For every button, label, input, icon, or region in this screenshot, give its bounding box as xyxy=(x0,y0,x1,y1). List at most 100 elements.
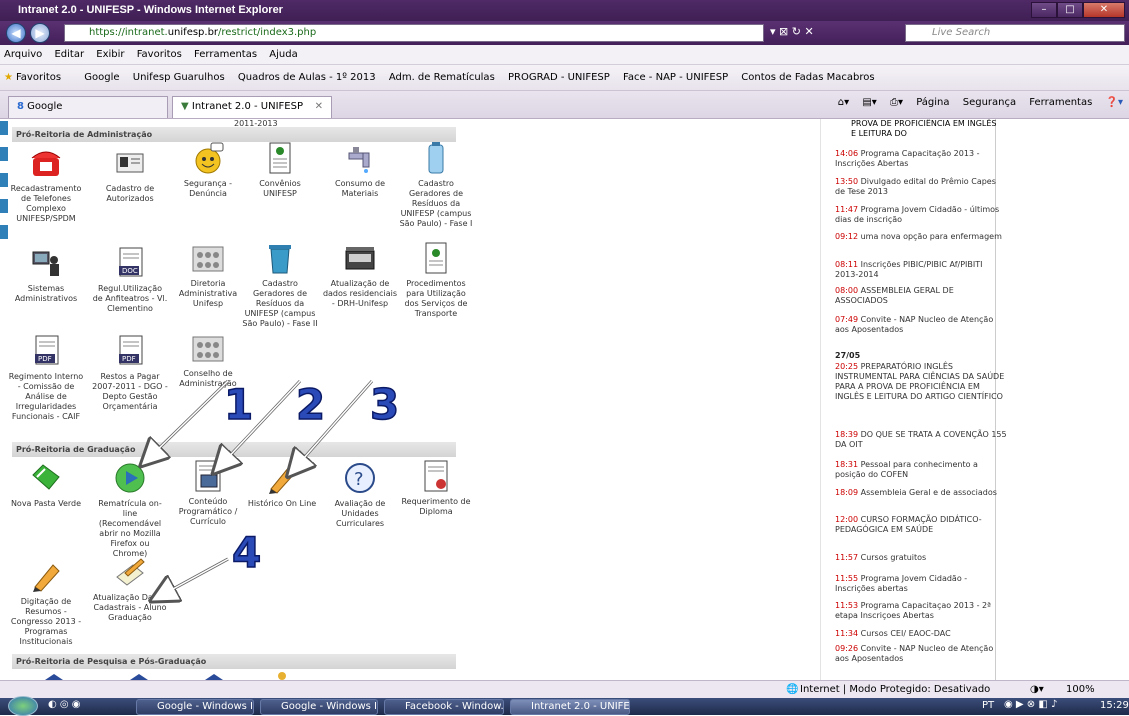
minimize-button[interactable]: – xyxy=(1031,2,1057,18)
back-button[interactable]: ◀ xyxy=(6,23,26,43)
security-zone[interactable]: Internet | Modo Protegido: Desativado xyxy=(800,681,990,699)
news-item[interactable]: 18:09 Assembleia Geral e de associados xyxy=(835,488,1007,498)
news-time: 11:57 xyxy=(835,553,859,562)
search-input[interactable]: Live Search xyxy=(905,24,1125,42)
news-item[interactable]: 12:00 CURSO FORMAÇÃO DIDÁTICO-PEDAGÓGICA… xyxy=(835,515,1007,535)
window-controls: – □ ✕ xyxy=(1031,2,1125,18)
service-requerimento-diploma[interactable]: Requerimento de Diploma xyxy=(398,459,474,517)
service-nova-pasta-verde[interactable]: Nova Pasta Verde xyxy=(8,461,84,509)
service-convenios[interactable]: Convênios UNIFESP xyxy=(242,141,318,199)
maximize-button[interactable]: □ xyxy=(1057,2,1083,18)
cmd-ferramentas[interactable]: Ferramentas xyxy=(1029,97,1092,108)
quicklaunch-icons[interactable]: ◐ ◎ ◉ xyxy=(48,699,81,710)
fav-adm-rematriculas[interactable]: Adm. de Rematículas xyxy=(389,72,495,83)
news-item[interactable]: 13:50 Divulgado edital do Prêmio Capes d… xyxy=(835,177,1007,197)
taskbar-item-google-1[interactable]: Google - Windows I... xyxy=(136,699,254,715)
service-atualizacao-dados-aluno[interactable]: Atualização Dados Cadastrais - Aluno Gra… xyxy=(92,555,168,623)
menu-exibir[interactable]: Exibir xyxy=(96,49,124,60)
service-restos-a-pagar[interactable]: PDF Restos a Pagar 2007-2011 - DGO - Dep… xyxy=(92,334,168,412)
cmd-seguranca[interactable]: Segurança xyxy=(963,97,1016,108)
news-item[interactable]: 11:53 Programa Capacitaçao 2013 - 2ª eta… xyxy=(835,601,1007,621)
service-historico-online[interactable]: Histórico On Line xyxy=(244,461,320,509)
service-residuos-fase-i[interactable]: Cadastro Geradores de Resíduos da UNIFES… xyxy=(398,141,474,229)
tab-google[interactable]: 8 Google xyxy=(8,96,168,118)
news-item[interactable]: 11:47 Programa Jovem Cidadão - últimos d… xyxy=(835,205,1007,225)
news-item[interactable]: 14:06 Programa Capacitação 2013 - Inscri… xyxy=(835,149,1007,169)
tab-intranet[interactable]: ▼ Intranet 2.0 - UNIFESP ✕ xyxy=(172,96,332,118)
service-label: Conselho de Administração xyxy=(179,369,237,388)
news-item[interactable]: 11:57 Cursos gratuitos xyxy=(835,553,1007,563)
news-item[interactable]: 11:34 Cursos CEI/ EAOC-DAC xyxy=(835,629,1007,639)
news-item[interactable]: 18:39 DO QUE SE TRATA A COVENÇÃO 155 DA … xyxy=(835,430,1007,450)
service-label: Segurança - Denúncia xyxy=(183,179,233,198)
start-button[interactable] xyxy=(8,696,38,716)
news-time: 20:25 xyxy=(835,362,859,371)
service-label: Recadastramento de Telefones Complexo UN… xyxy=(10,184,82,223)
service-diretoria-administrativa[interactable]: Diretoria Administrativa Unifesp xyxy=(170,241,246,309)
news-item[interactable]: 20:25 PREPARATÓRIO INGLÊS INSTRUMENTAL P… xyxy=(835,362,1007,402)
fav-face-nap[interactable]: Face - NAP - UNIFESP xyxy=(623,72,728,83)
service-label: Cadastro Geradores de Resíduos da UNIFES… xyxy=(242,279,318,328)
service-label: Procedimentos para Utilização dos Serviç… xyxy=(404,279,468,318)
service-digitacao-resumos[interactable]: Digitação de Resumos - Congresso 2013 - … xyxy=(8,559,84,647)
address-tools[interactable]: ▾ ⊠ ↻ ✕ xyxy=(770,25,814,38)
taskbar-item-intranet[interactable]: Intranet 2.0 - UNIFE... xyxy=(510,699,630,715)
zoom-level[interactable]: 100% xyxy=(1066,681,1095,699)
news-time: 08:11 xyxy=(835,260,859,269)
feeds-icon[interactable]: ▤▾ xyxy=(862,97,876,108)
service-label: Atualização de dados residenciais - DRH-… xyxy=(322,279,398,308)
news-item[interactable]: 08:11 Inscrições PIBIC/PIBIC Af/PIBITI 2… xyxy=(835,260,1007,280)
taskbar-item-facebook[interactable]: Facebook - Window... xyxy=(384,699,504,715)
service-recadastramento[interactable]: Recadastramento de Telefones Complexo UN… xyxy=(8,146,84,224)
menu-ajuda[interactable]: Ajuda xyxy=(269,49,297,60)
clock[interactable]: 15:29 xyxy=(1100,700,1129,711)
service-conselho-administracao[interactable]: Conselho de Administração xyxy=(170,331,246,389)
close-button[interactable]: ✕ xyxy=(1083,2,1125,18)
page-content: 2011-2013 Pró-Reitoria de Administração … xyxy=(0,119,1129,680)
news-item[interactable]: 07:49 Convite - NAP Nucleo de Atenção ao… xyxy=(835,315,1007,335)
service-residuos-fase-ii[interactable]: Cadastro Geradores de Resíduos da UNIFES… xyxy=(242,241,318,329)
print-icon[interactable]: ⎙▾ xyxy=(890,97,903,108)
service-rematricula[interactable]: Rematrícula on-line (Recomendável abrir … xyxy=(92,461,168,559)
fav-quadros-aulas[interactable]: Quadros de Aulas - 1º 2013 xyxy=(238,72,376,83)
news-item[interactable]: 08:00 ASSEMBLEIA GERAL DE ASSOCIADOS xyxy=(835,286,1007,306)
menu-favoritos[interactable]: Favoritos xyxy=(137,49,182,60)
menu-ferramentas[interactable]: Ferramentas xyxy=(194,49,257,60)
service-seguranca-denuncia[interactable]: Segurança - Denúncia xyxy=(170,141,246,199)
service-atualizacao-drh[interactable]: Atualização de dados residenciais - DRH-… xyxy=(322,241,398,309)
language-indicator[interactable]: PT xyxy=(982,700,994,711)
news-item[interactable]: 09:26 Convite - NAP Nucleo de Atenção ao… xyxy=(835,644,1007,664)
favorites-button[interactable]: ★ Favoritos xyxy=(4,72,71,83)
service-avaliacao-uc[interactable]: ? Avaliação de Unidades Curriculares xyxy=(322,461,398,529)
trash-bin-icon xyxy=(263,241,297,275)
help-icon[interactable]: ❓▾ xyxy=(1106,97,1123,108)
news-item[interactable]: 18:31 Pessoal para conhecimento a posiçã… xyxy=(835,460,1007,480)
menu-editar[interactable]: Editar xyxy=(54,49,84,60)
service-regimento-caif[interactable]: PDF Regimento Interno - Comissão de Anál… xyxy=(8,334,84,422)
play-button-icon xyxy=(113,461,147,495)
service-sistemas-administrativos[interactable]: Sistemas Administrativos xyxy=(8,246,84,304)
close-tab-icon[interactable]: ✕ xyxy=(315,97,323,117)
news-item[interactable]: 11:55 Programa Jovem Cidadão - Inscriçõe… xyxy=(835,574,1007,594)
service-anfiteatros[interactable]: DOC Regul.Utilização de Anfiteatros - Vl… xyxy=(92,246,168,314)
tray-icons[interactable]: ◉ ▶ ⊗ ◧ ♪ xyxy=(1004,699,1057,710)
url-prefix: https://intranet. xyxy=(89,27,168,38)
service-conteudo-programatico[interactable]: Conteúdo Programático / Currículo xyxy=(170,459,246,527)
service-cadastro-autorizados[interactable]: Cadastro de Autorizados xyxy=(92,146,168,204)
cmd-pagina[interactable]: Página xyxy=(916,97,949,108)
service-consumo-materiais[interactable]: Consumo de Materiais xyxy=(322,141,398,199)
fav-prograd[interactable]: PROGRAD - UNIFESP xyxy=(508,72,610,83)
fav-unifesp-guarulhos[interactable]: Unifesp Guarulhos xyxy=(133,72,225,83)
forward-button[interactable]: ▶ xyxy=(30,23,50,43)
fav-google[interactable]: Google xyxy=(84,72,119,83)
address-bar[interactable]: https://intranet.unifesp.br/restrict/ind… xyxy=(64,24,764,42)
green-folder-icon xyxy=(29,461,63,495)
news-time: 09:12 xyxy=(835,232,859,241)
menu-arquivo[interactable]: Arquivo xyxy=(4,49,42,60)
news-item[interactable]: 09:12 uma nova opção para enfermagem xyxy=(835,232,1007,242)
home-icon[interactable]: ⌂▾ xyxy=(838,97,849,108)
fav-contos[interactable]: Contos de Fadas Macabros xyxy=(741,72,874,83)
service-transporte[interactable]: Procedimentos para Utilização dos Serviç… xyxy=(398,241,474,319)
protect-icon[interactable]: ◑▾ xyxy=(1030,681,1044,699)
taskbar-item-google-2[interactable]: Google - Windows I... xyxy=(260,699,378,715)
